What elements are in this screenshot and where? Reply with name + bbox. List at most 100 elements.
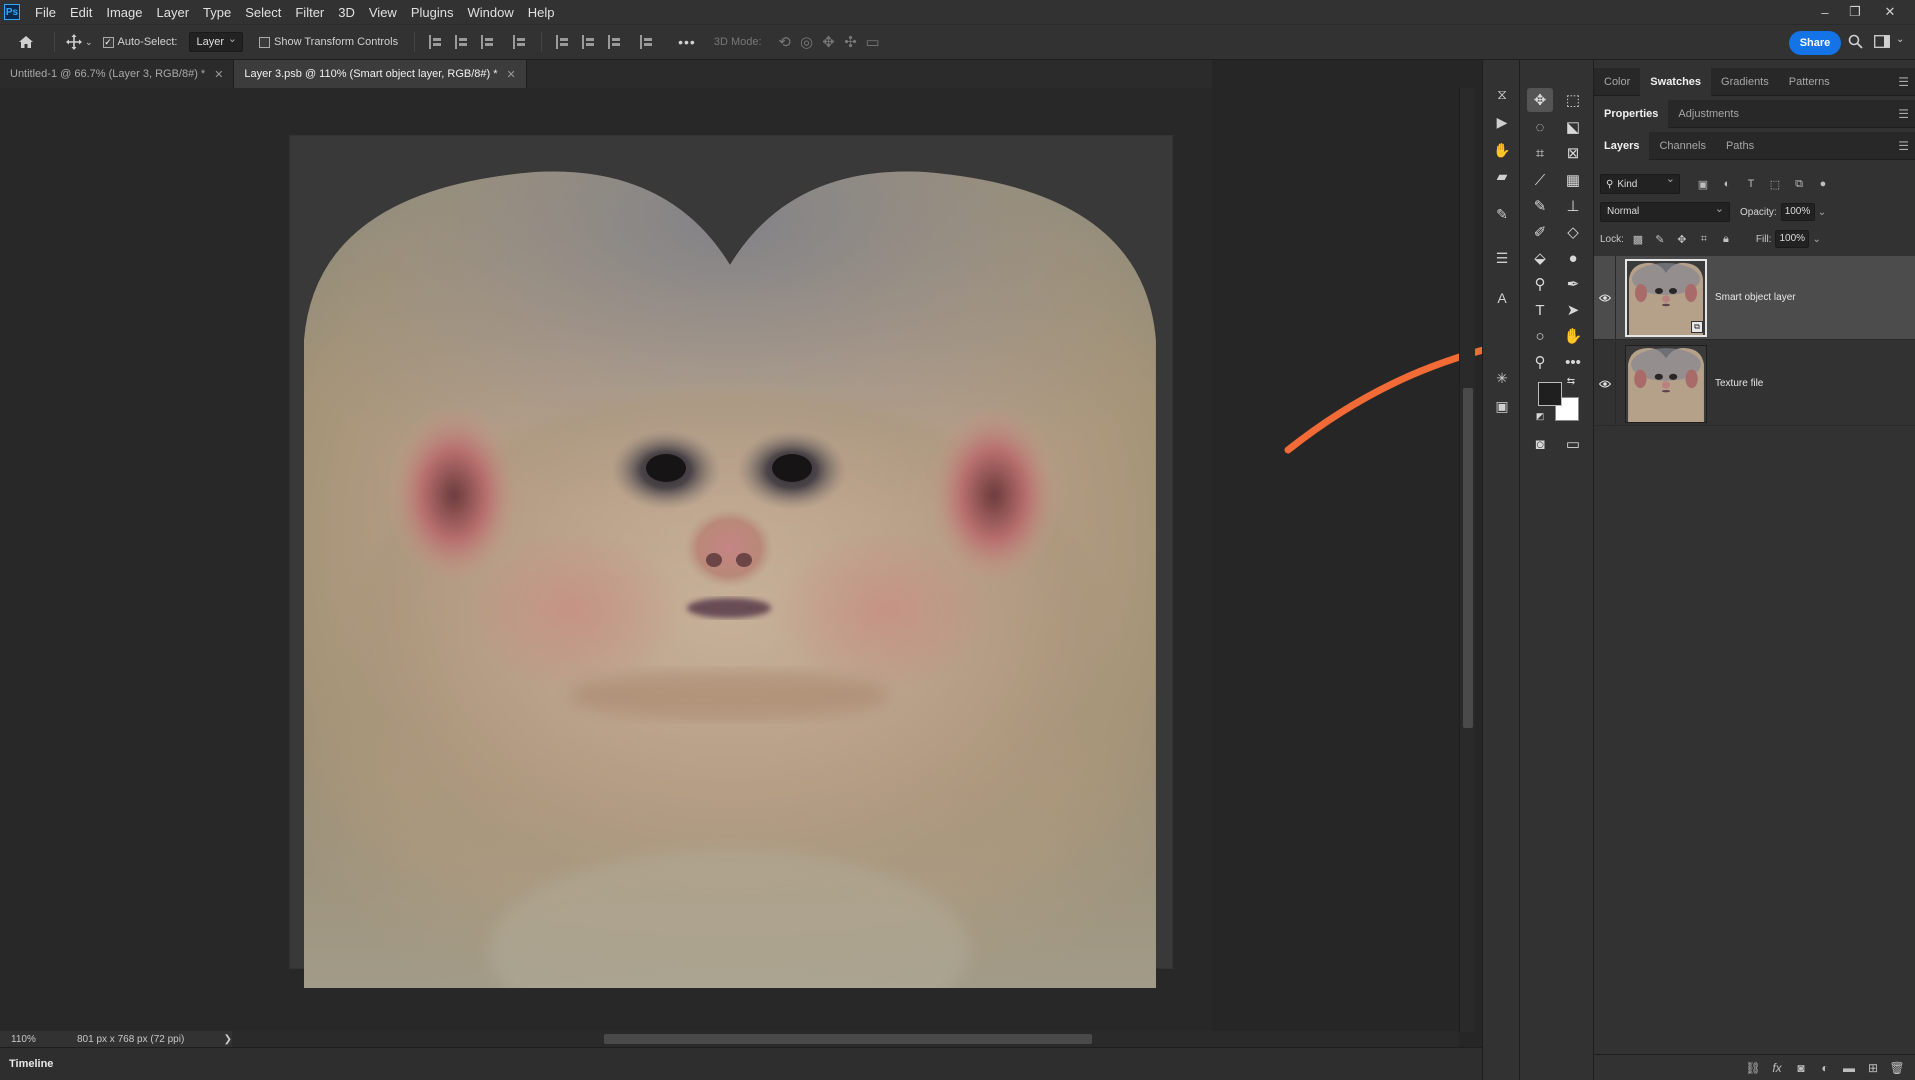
- 3d-orbit-icon[interactable]: ⟲: [774, 33, 796, 51]
- 3d-slide-icon[interactable]: ✣: [840, 33, 862, 51]
- horizontal-scrollbar[interactable]: [232, 1031, 1459, 1047]
- opacity-input[interactable]: 100%: [1780, 203, 1815, 221]
- restore-button[interactable]: ❐: [1840, 0, 1870, 24]
- new-group-icon[interactable]: ▬: [1837, 1061, 1861, 1075]
- menu-help[interactable]: Help: [521, 5, 562, 20]
- 3d-panel-icon[interactable]: ✳: [1492, 368, 1512, 388]
- paint-bucket-tool-icon[interactable]: ⬙: [1527, 246, 1553, 270]
- visibility-eye-icon[interactable]: [1594, 255, 1616, 340]
- status-menu-arrow-icon[interactable]: ❯: [224, 1034, 232, 1045]
- brush-tool-icon[interactable]: ✎: [1527, 194, 1553, 218]
- screen-mode-icon[interactable]: ▭: [1560, 432, 1586, 456]
- visibility-eye-icon[interactable]: [1594, 341, 1616, 426]
- hand-tool-icon[interactable]: ✋: [1560, 324, 1586, 348]
- close-tab-icon[interactable]: ✕: [214, 68, 223, 81]
- layer-style-fx-icon[interactable]: fx: [1765, 1061, 1789, 1075]
- tab-gradients[interactable]: Gradients: [1711, 68, 1779, 96]
- crop-tool-icon[interactable]: ⌗: [1527, 141, 1553, 165]
- filter-pixel-icon[interactable]: ▣: [1696, 177, 1710, 191]
- libraries-icon[interactable]: ▣: [1492, 396, 1512, 416]
- lasso-tool-icon[interactable]: ◌: [1527, 115, 1553, 139]
- panel-menu-icon[interactable]: ☰: [1898, 107, 1909, 121]
- edit-toolbar-icon[interactable]: •••: [1560, 350, 1586, 374]
- lock-artboard-icon[interactable]: ⌗: [1696, 231, 1712, 247]
- menu-window[interactable]: Window: [460, 5, 520, 20]
- menu-view[interactable]: View: [362, 5, 404, 20]
- menu-layer[interactable]: Layer: [150, 5, 197, 20]
- filter-adjustment-icon[interactable]: ◐: [1720, 177, 1734, 191]
- home-icon[interactable]: [6, 35, 46, 49]
- align-right-icon[interactable]: [481, 35, 495, 49]
- frame-tool-icon[interactable]: ⊠: [1560, 141, 1586, 165]
- adjust-sliders-icon[interactable]: ☰: [1492, 248, 1512, 268]
- fill-input[interactable]: 100%: [1775, 230, 1810, 248]
- scroll-thumb[interactable]: [604, 1034, 1092, 1044]
- ellipse-tool-icon[interactable]: ○: [1527, 324, 1553, 348]
- layer-name[interactable]: Texture file: [1715, 378, 1763, 389]
- tab-swatches[interactable]: Swatches: [1640, 67, 1712, 96]
- panel-menu-icon[interactable]: ☰: [1898, 139, 1909, 153]
- filter-kind-dropdown[interactable]: ⚲ Kind: [1600, 172, 1680, 194]
- history-icon[interactable]: ⧖: [1492, 84, 1512, 104]
- blend-mode-dropdown[interactable]: Normal: [1600, 200, 1730, 222]
- menu-plugins[interactable]: Plugins: [404, 5, 461, 20]
- align-middle-icon[interactable]: [582, 35, 596, 49]
- eraser-tool-icon[interactable]: ◇: [1560, 220, 1586, 244]
- filter-smart-object-icon[interactable]: ⧉: [1792, 177, 1806, 191]
- auto-select-checkbox[interactable]: ✓: [102, 36, 114, 48]
- 3d-camera-icon[interactable]: ▭: [862, 33, 884, 51]
- default-colors-icon[interactable]: ◩: [1534, 410, 1546, 422]
- workspace-icon[interactable]: [1874, 35, 1890, 48]
- tab-properties[interactable]: Properties: [1594, 99, 1669, 128]
- menu-type[interactable]: Type: [196, 5, 238, 20]
- align-center-icon[interactable]: [455, 35, 469, 49]
- document-canvas[interactable]: [290, 136, 1172, 988]
- tab-channels[interactable]: Channels: [1649, 132, 1715, 160]
- search-icon[interactable]: [1848, 34, 1863, 49]
- tab-paths[interactable]: Paths: [1716, 132, 1764, 160]
- filter-shape-icon[interactable]: ⬚: [1768, 177, 1782, 191]
- move-tool-icon[interactable]: ✥: [1527, 88, 1553, 112]
- link-layers-icon[interactable]: ⛓: [1741, 1061, 1765, 1075]
- close-window-button[interactable]: ✕: [1875, 0, 1905, 24]
- distribute-vertical-icon[interactable]: [513, 35, 527, 49]
- align-top-icon[interactable]: [556, 35, 570, 49]
- add-mask-icon[interactable]: ◙: [1789, 1061, 1813, 1075]
- brushes-icon[interactable]: ✎: [1492, 204, 1512, 224]
- menu-file[interactable]: File: [28, 5, 63, 20]
- align-left-icon[interactable]: [429, 35, 443, 49]
- menu-image[interactable]: Image: [99, 5, 149, 20]
- 3d-material-tool-icon[interactable]: ▦: [1560, 168, 1586, 192]
- tab-color[interactable]: Color: [1594, 68, 1640, 96]
- share-button[interactable]: Share: [1789, 31, 1841, 55]
- delete-layer-icon[interactable]: 🗑︎: [1885, 1061, 1909, 1075]
- adjustment-layer-icon[interactable]: ◐: [1813, 1061, 1837, 1075]
- layer-name[interactable]: Smart object layer: [1715, 292, 1796, 303]
- more-options-icon[interactable]: •••: [678, 34, 696, 50]
- zoom-level[interactable]: 110%: [11, 1034, 70, 1045]
- 3d-pan-icon[interactable]: ✥: [818, 33, 840, 51]
- quick-mask-icon[interactable]: ◙: [1527, 432, 1553, 456]
- panel-menu-icon[interactable]: ☰: [1898, 75, 1909, 89]
- layer-row-smart-object[interactable]: ⧉ Smart object layer: [1594, 255, 1915, 340]
- fill-chevron-icon[interactable]: ⌄: [1812, 234, 1820, 245]
- object-select-tool-icon[interactable]: ⬕: [1560, 115, 1586, 139]
- tab-adjustments[interactable]: Adjustments: [1668, 100, 1749, 128]
- new-layer-icon[interactable]: ⊞: [1861, 1061, 1885, 1075]
- opacity-chevron-icon[interactable]: ⌄: [1818, 207, 1826, 218]
- dodge-tool-icon[interactable]: ⚲: [1527, 272, 1553, 296]
- align-bottom-icon[interactable]: [608, 35, 622, 49]
- timeline-label[interactable]: Timeline: [9, 1058, 53, 1070]
- 3d-roll-icon[interactable]: ◎: [796, 33, 818, 51]
- type-tool-icon[interactable]: T: [1527, 298, 1553, 322]
- blur-tool-icon[interactable]: ●: [1560, 246, 1586, 270]
- workspace-chevron-icon[interactable]: ⌄: [1896, 34, 1904, 45]
- zoom-tool-icon[interactable]: ⚲: [1527, 350, 1553, 374]
- layer-row-texture-file[interactable]: Texture file: [1594, 341, 1915, 426]
- minimize-button[interactable]: –: [1810, 0, 1840, 24]
- pen-tool-icon[interactable]: ✒: [1560, 272, 1586, 296]
- menu-filter[interactable]: Filter: [288, 5, 331, 20]
- path-selection-tool-icon[interactable]: ➤: [1560, 298, 1586, 322]
- auto-select-target-dropdown[interactable]: Layer: [189, 30, 243, 52]
- close-tab-icon[interactable]: ✕: [507, 68, 516, 81]
